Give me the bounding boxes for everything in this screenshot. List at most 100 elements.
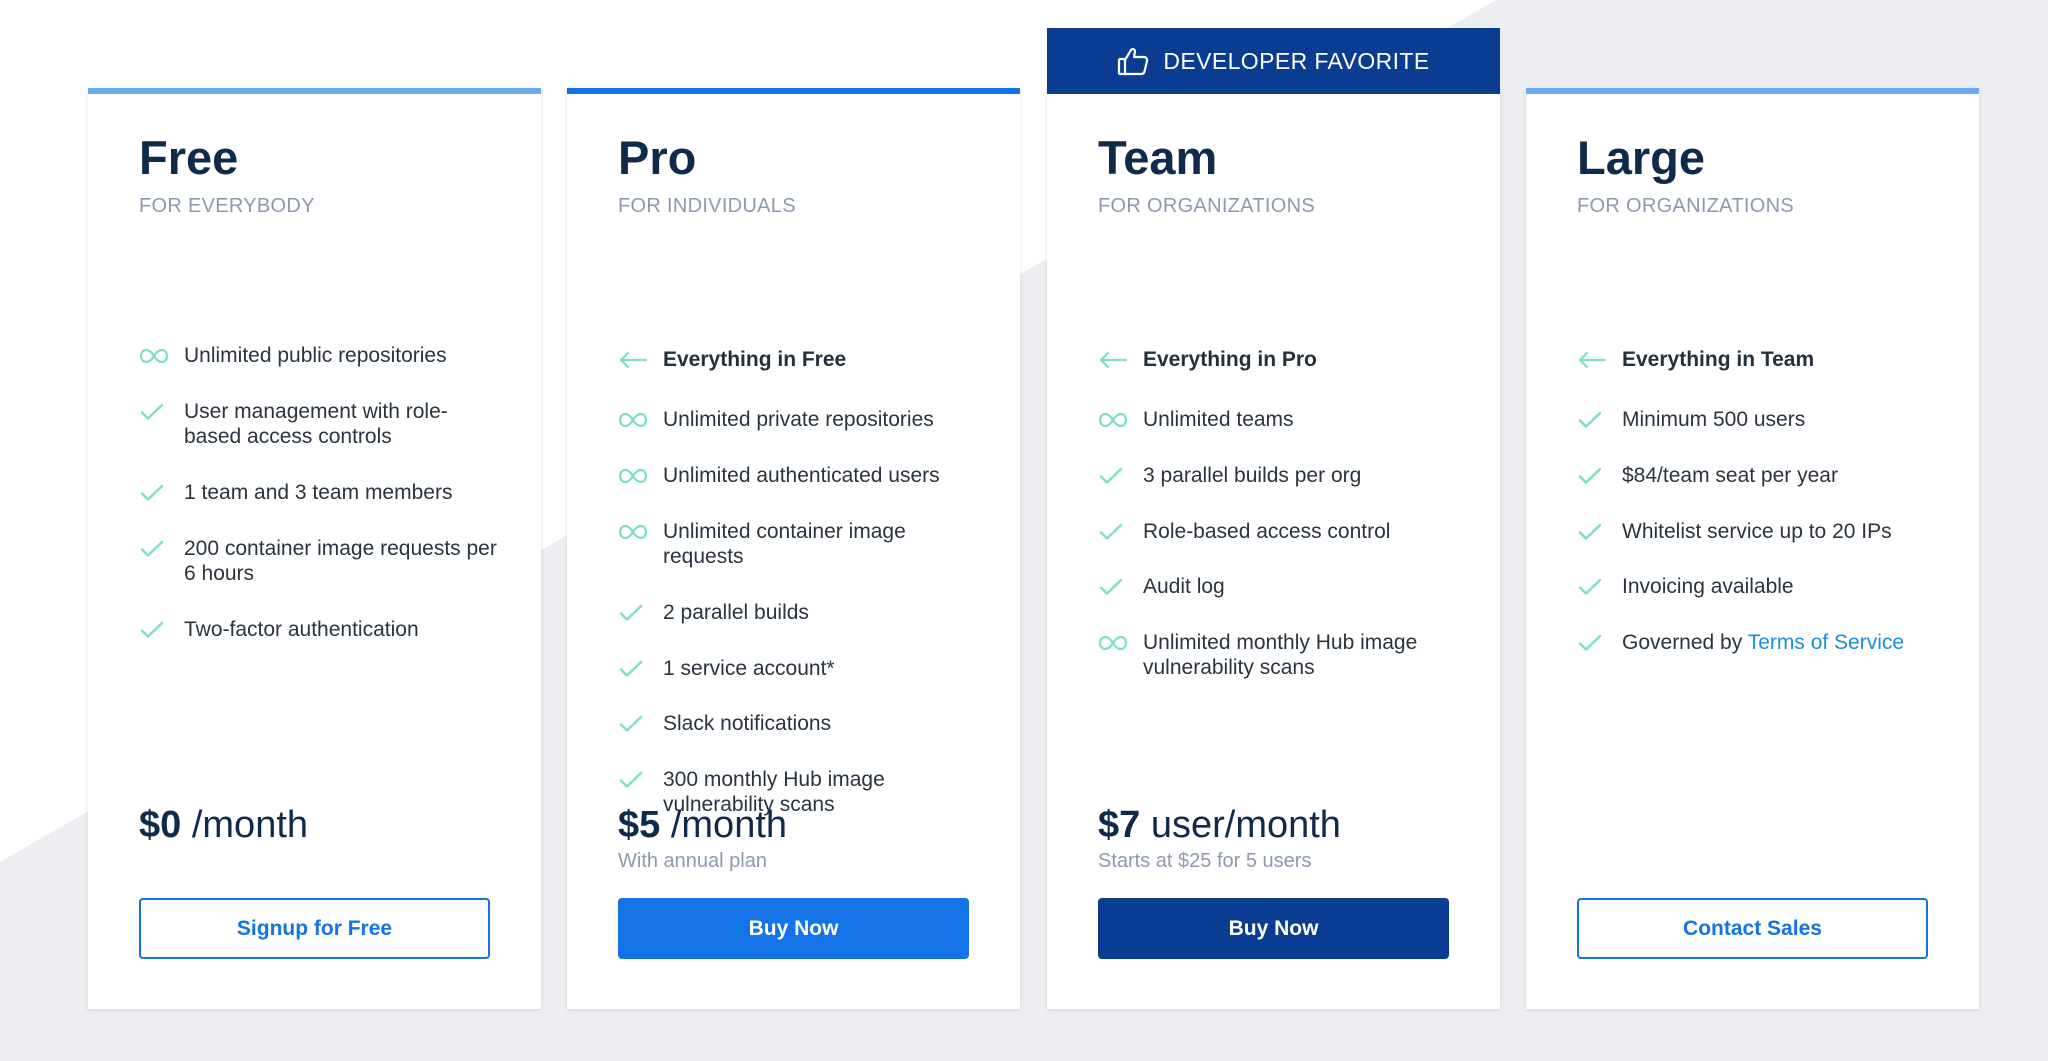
price-note: Starts at $25 for 5 users <box>1098 850 1312 872</box>
feature-text: 1 service account* <box>663 657 835 680</box>
feature-text: Unlimited teams <box>1143 408 1294 431</box>
price-unit: user/month <box>1150 804 1341 846</box>
plan-audience: FOR ORGANIZATIONS <box>1577 195 1794 217</box>
feature-text: Two-factor authentication <box>184 618 419 641</box>
feature-text: Audit log <box>1143 575 1225 598</box>
feature-item: $84/team seat per year <box>1577 463 1937 488</box>
feature-text: 1 team and 3 team members <box>184 481 453 504</box>
feature-item: Invoicing available <box>1577 574 1937 599</box>
feature-text: Unlimited container image requests <box>663 520 906 568</box>
developer-favorite-label: DEVELOPER FAVORITE <box>1163 47 1430 74</box>
feature-item: User management with role-based access c… <box>139 399 499 449</box>
plan-price: $0 /month <box>139 804 308 847</box>
feature-text: $84/team seat per year <box>1622 464 1838 487</box>
feature-item: Unlimited teams <box>1098 407 1458 432</box>
feature-text: 2 parallel builds <box>663 601 809 624</box>
infinity-icon <box>618 409 649 431</box>
feature-item: Whitelist service up to 20 IPs <box>1577 519 1937 544</box>
buy-pro-button[interactable]: Buy Now <box>618 898 969 959</box>
check-icon <box>1098 521 1129 543</box>
infinity-icon <box>1098 632 1129 654</box>
price-amount: $7 <box>1098 804 1141 846</box>
feature-item: 3 parallel builds per org <box>1098 463 1458 488</box>
feature-item: Governed by Terms of Service <box>1577 630 1937 655</box>
feature-text: Unlimited public repositories <box>184 344 447 367</box>
feature-item: 200 container image requests per 6 hours <box>139 536 499 586</box>
feature-item: Slack notifications <box>618 711 978 736</box>
check-icon <box>1577 521 1608 543</box>
plan-card-large: Large FOR ORGANIZATIONS Everything in Te… <box>1526 88 1979 1009</box>
feature-text: 200 container image requests per 6 hours <box>184 537 497 585</box>
plan-name: Large <box>1577 131 1705 184</box>
check-icon <box>139 538 170 560</box>
check-icon <box>139 619 170 641</box>
card-top-stripe <box>567 88 1020 94</box>
feature-text: Everything in Free <box>663 348 847 371</box>
feature-item: Role-based access control <box>1098 519 1458 544</box>
plan-name: Pro <box>618 131 697 184</box>
plan-price: $7 user/month <box>1098 804 1341 847</box>
feature-text: Everything in Team <box>1622 348 1815 371</box>
feature-item: Unlimited authenticated users <box>618 463 978 488</box>
governed-by-text: Governed by <box>1622 631 1748 654</box>
arrow-left-icon <box>1098 349 1129 371</box>
feature-item: Unlimited private repositories <box>618 407 978 432</box>
feature-item: Audit log <box>1098 574 1458 599</box>
plan-name: Free <box>139 131 239 184</box>
feature-text: User management with role-based access c… <box>184 400 448 448</box>
feature-item: Two-factor authentication <box>139 617 499 642</box>
contact-sales-button[interactable]: Contact Sales <box>1577 898 1928 959</box>
check-icon <box>1577 409 1608 431</box>
feature-item: Unlimited container image requests <box>618 519 978 569</box>
price-unit: /month <box>670 804 788 846</box>
price-amount: $5 <box>618 804 661 846</box>
feature-item: Unlimited public repositories <box>139 343 499 368</box>
check-icon <box>618 713 649 735</box>
plan-audience: FOR INDIVIDUALS <box>618 195 796 217</box>
feature-item: 1 team and 3 team members <box>139 480 499 505</box>
thumbs-up-icon <box>1118 47 1149 75</box>
feature-text: Minimum 500 users <box>1622 408 1806 431</box>
plan-card-free: Free FOR EVERYBODY Unlimited public repo… <box>88 88 541 1009</box>
plan-price: $5 /month <box>618 804 787 847</box>
check-icon <box>1098 576 1129 598</box>
price-note: With annual plan <box>618 850 767 872</box>
feature-text: Invoicing available <box>1622 575 1794 598</box>
feature-text: Unlimited monthly Hub image vulnerabilit… <box>1143 631 1418 679</box>
price-unit: /month <box>191 804 309 846</box>
plan-name: Team <box>1098 131 1218 184</box>
feature-text: Unlimited private repositories <box>663 408 934 431</box>
feature-item: 1 service account* <box>618 656 978 681</box>
feature-item: 2 parallel builds <box>618 600 978 625</box>
signup-free-button[interactable]: Signup for Free <box>139 898 490 959</box>
feature-text: Everything in Pro <box>1143 348 1317 371</box>
card-top-stripe <box>88 88 541 94</box>
feature-text: 3 parallel builds per org <box>1143 464 1362 487</box>
feature-text: Slack notifications <box>663 712 832 735</box>
buy-team-button[interactable]: Buy Now <box>1098 898 1449 959</box>
check-icon <box>618 769 649 791</box>
infinity-icon <box>1098 409 1129 431</box>
infinity-icon <box>139 345 170 367</box>
check-icon <box>1577 576 1608 598</box>
feature-item: Everything in Team <box>1577 347 1937 372</box>
card-top-stripe <box>1526 88 1979 94</box>
feature-item: Unlimited monthly Hub image vulnerabilit… <box>1098 630 1458 680</box>
arrow-left-icon <box>618 349 649 371</box>
check-icon <box>618 658 649 680</box>
feature-text: Unlimited authenticated users <box>663 464 940 487</box>
developer-favorite-banner: DEVELOPER FAVORITE <box>1047 28 1500 94</box>
plan-card-pro: Pro FOR INDIVIDUALS Everything in Free U… <box>567 88 1020 1009</box>
price-amount: $0 <box>139 804 182 846</box>
check-icon <box>1098 465 1129 487</box>
feature-text: Role-based access control <box>1143 520 1391 543</box>
check-icon <box>139 482 170 504</box>
check-icon <box>618 602 649 624</box>
check-icon <box>139 401 170 423</box>
plan-audience: FOR EVERYBODY <box>139 195 315 217</box>
feature-item: Everything in Pro <box>1098 347 1458 372</box>
check-icon <box>1577 632 1608 654</box>
terms-of-service-link[interactable]: Terms of Service <box>1748 631 1904 654</box>
feature-text: Whitelist service up to 20 IPs <box>1622 520 1892 543</box>
infinity-icon <box>618 521 649 543</box>
